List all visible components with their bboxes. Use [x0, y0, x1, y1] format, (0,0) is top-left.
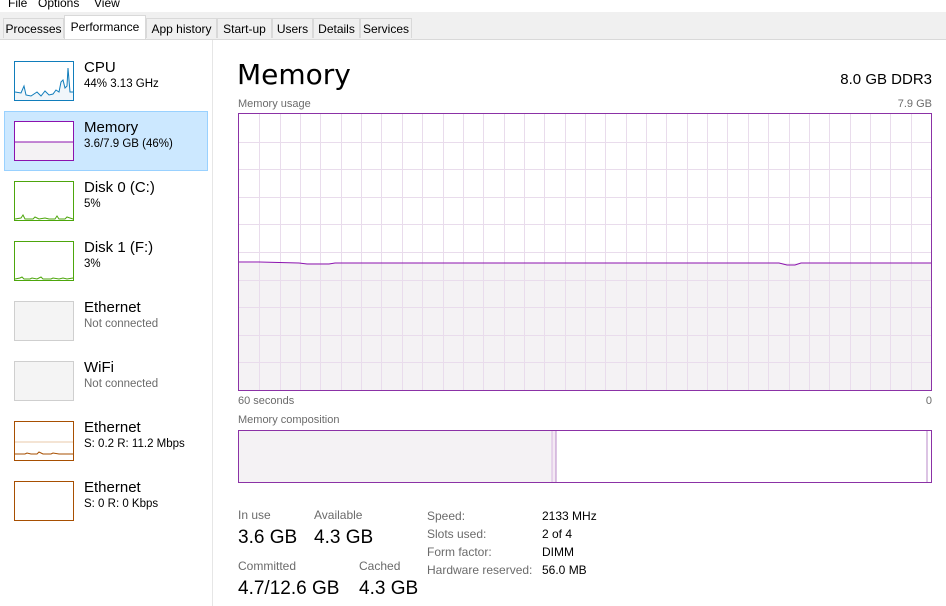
- memory-usage-graph: [238, 113, 932, 391]
- sidebar-item-ethernet-1[interactable]: Ethernet Not connected: [4, 291, 208, 351]
- slots-label: Slots used:: [427, 527, 487, 541]
- sidebar-item-detail: 5%: [84, 198, 101, 210]
- sidebar-item-detail: Not connected: [84, 318, 159, 330]
- sidebar-item-cpu[interactable]: CPU 44% 3.13 GHz: [4, 51, 208, 111]
- sidebar-item-label: Memory: [84, 119, 139, 136]
- form-factor-label: Form factor:: [427, 545, 492, 559]
- speed-value: 2133 MHz: [542, 509, 597, 523]
- composition-label: Memory composition: [238, 414, 340, 426]
- cached-label: Cached: [359, 559, 401, 573]
- tab-processes[interactable]: Processes: [3, 18, 64, 38]
- menu-view[interactable]: View: [94, 0, 120, 10]
- tab-startup[interactable]: Start-up: [217, 18, 272, 38]
- tab-strip: Processes Performance App history Start-…: [0, 12, 946, 40]
- speed-label: Speed:: [427, 509, 466, 523]
- tab-users[interactable]: Users: [272, 18, 313, 38]
- hardware-reserved-label: Hardware reserved:: [427, 563, 533, 577]
- time-axis-right: 0: [925, 395, 932, 407]
- sidebar-item-ethernet-3[interactable]: Ethernet S: 0 R: 0 Kbps: [4, 471, 208, 531]
- committed-label: Committed: [238, 559, 297, 573]
- available-label: Available: [314, 508, 363, 522]
- sidebar-item-detail: S: 0 R: 0 Kbps: [84, 498, 159, 510]
- sidebar-item-label: Disk 1 (F:): [84, 239, 154, 256]
- sidebar-item-label: Ethernet: [84, 479, 141, 496]
- sidebar-item-disk-0[interactable]: Disk 0 (C:) 5%: [4, 171, 208, 231]
- sidebar-item-label: Disk 0 (C:): [84, 179, 155, 196]
- sidebar-item-ethernet-2[interactable]: Ethernet S: 0.2 R: 11.2 Mbps: [4, 411, 208, 471]
- sidebar-item-disk-1[interactable]: Disk 1 (F:) 3%: [4, 231, 208, 291]
- ethernet-thumbnail: [14, 481, 74, 521]
- page-title: Memory: [237, 58, 351, 91]
- memory-thumbnail: [14, 121, 74, 161]
- committed-value: 4.7/12.6 GB: [238, 578, 340, 599]
- sidebar-item-label: WiFi: [84, 359, 114, 376]
- cpu-thumbnail: [14, 61, 74, 101]
- ethernet-thumbnail: [14, 421, 74, 461]
- sidebar-item-detail: 44% 3.13 GHz: [84, 78, 159, 90]
- memory-spec: 8.0 GB DDR3: [840, 71, 932, 88]
- tab-services[interactable]: Services: [360, 18, 412, 38]
- sidebar-item-wifi[interactable]: WiFi Not connected: [4, 351, 208, 411]
- wifi-thumbnail: [14, 361, 74, 401]
- in-use-value: 3.6 GB: [238, 527, 298, 548]
- sidebar-item-detail: 3%: [84, 258, 101, 270]
- sidebar-item-label: Ethernet: [84, 299, 141, 316]
- in-use-label: In use: [238, 508, 271, 522]
- menu-file[interactable]: File: [8, 0, 27, 10]
- sidebar-item-memory[interactable]: Memory 3.6/7.9 GB (46%): [4, 111, 208, 171]
- tab-performance[interactable]: Performance: [64, 15, 146, 39]
- menu-options[interactable]: Options: [38, 0, 79, 10]
- menu-bar: File Options View: [0, 0, 946, 12]
- ethernet-thumbnail: [14, 301, 74, 341]
- tab-details[interactable]: Details: [313, 18, 360, 38]
- sidebar-item-detail: Not connected: [84, 378, 159, 390]
- disk-0-thumbnail: [14, 181, 74, 221]
- form-factor-value: DIMM: [542, 545, 574, 559]
- modified-segment: [552, 431, 556, 482]
- in-use-segment: [239, 431, 552, 482]
- sidebar-item-label: CPU: [84, 59, 116, 76]
- usage-label: Memory usage: [238, 98, 311, 110]
- time-axis-left: 60 seconds: [238, 395, 295, 407]
- resource-sidebar: CPU 44% 3.13 GHz Memory 3.6/7.9 GB (46%)…: [0, 40, 213, 606]
- memory-composition-bar: [238, 430, 932, 483]
- disk-1-thumbnail: [14, 241, 74, 281]
- hardware-reserved-value: 56.0 MB: [542, 563, 587, 577]
- sidebar-item-detail: S: 0.2 R: 11.2 Mbps: [84, 438, 185, 450]
- available-value: 4.3 GB: [314, 527, 374, 548]
- sidebar-item-detail: 3.6/7.9 GB (46%): [84, 138, 173, 150]
- sidebar-item-label: Ethernet: [84, 419, 141, 436]
- cached-value: 4.3 GB: [359, 578, 419, 599]
- tab-app-history[interactable]: App history: [146, 18, 217, 38]
- usage-max: 7.9 GB: [897, 98, 932, 110]
- slots-value: 2 of 4: [542, 527, 573, 541]
